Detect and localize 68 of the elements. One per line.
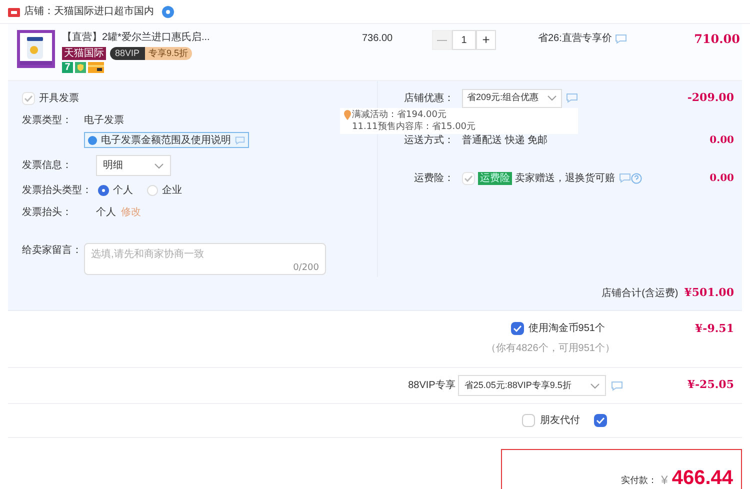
checkbox[interactable]: [522, 414, 535, 427]
item-price: 710.00: [694, 31, 740, 48]
coins-label: 使用淘金币951个: [528, 322, 605, 336]
field-label: 发票类型：: [22, 114, 73, 128]
check-icon: [24, 95, 33, 102]
invoice-info-dropdown[interactable]: 明细: [96, 155, 171, 176]
payment-label: 实付款：: [621, 474, 658, 486]
brand-tag: 天猫国际: [62, 47, 106, 60]
pin-icon: [344, 110, 351, 120]
invoice-note[interactable]: 电子发票金额范围及使用说明: [84, 132, 249, 148]
radio-option[interactable]: 企业: [147, 183, 182, 198]
chat-icon[interactable]: [619, 173, 631, 183]
coins-note: （你有4826个，可用951个）: [486, 342, 615, 356]
chat-icon[interactable]: [611, 380, 624, 390]
check-icon: [464, 174, 473, 182]
coins-amount: ¥-9.51: [694, 321, 734, 337]
check-icon: [596, 417, 605, 424]
return-badge: 7: [62, 62, 73, 73]
radio-option[interactable]: 个人: [98, 183, 133, 198]
shield-icon: [75, 62, 86, 73]
field-label: 发票抬头：: [22, 206, 73, 220]
checkbox[interactable]: [462, 172, 475, 184]
increase-button[interactable]: +: [476, 30, 496, 50]
checkbox[interactable]: [511, 322, 524, 335]
info-badge-icon: [162, 6, 174, 18]
chevron-down-icon: [154, 162, 164, 168]
info-icon: [88, 136, 97, 144]
chevron-down-icon: [547, 95, 557, 101]
field-label: 给卖家留言：: [22, 244, 83, 258]
field-label: 运费险：: [413, 172, 455, 186]
store-total-label: 店铺合计(含运费): [602, 286, 678, 301]
shop-name[interactable]: 店铺：天猫国际进口超市国内: [24, 4, 154, 19]
vip-label: 88VIP专享: [408, 378, 456, 393]
quantity-field[interactable]: 1: [452, 30, 476, 50]
chat-icon[interactable]: [614, 34, 627, 44]
insurance-tag: 运费险: [478, 172, 512, 184]
field-label: 发票抬头类型：: [22, 184, 93, 198]
insurance-amount: 0.00: [710, 172, 734, 186]
vip-amount: ¥-25.05: [687, 377, 734, 394]
option-label: 朋友代付: [540, 414, 580, 428]
shipping-method: 普通配送 快递 免邮: [462, 134, 548, 148]
unit-price: 736.00: [362, 32, 394, 46]
vip-discount-dropdown[interactable]: 省25.05元:88VIP专享9.5折: [458, 375, 606, 396]
discount-text: 省26:直营专享价: [538, 32, 612, 46]
field-label: 发票信息：: [22, 158, 73, 173]
discount-tooltip: 满减活动：省194.00元 11.11预售内容库：省15.00元: [340, 108, 578, 134]
checkbox[interactable]: [594, 414, 607, 427]
message-field[interactable]: 选填,请先和商家协商一致 0/200: [84, 243, 326, 275]
invoice-type: 电子发票: [84, 114, 125, 128]
chat-icon[interactable]: [566, 93, 578, 103]
help-icon[interactable]: [631, 172, 642, 184]
discount-amount: -209.00: [687, 90, 734, 106]
insurance-text: 卖家赠送，退换货可赔: [515, 172, 615, 186]
chat-icon: [235, 136, 245, 144]
invoice-label: 开具发票: [39, 92, 79, 106]
chevron-down-icon: [590, 382, 600, 388]
check-icon: [513, 325, 522, 332]
card-icon: [88, 62, 104, 73]
invoice-header: 个人: [96, 206, 116, 220]
store-discount-dropdown[interactable]: 省209元:组合优惠: [462, 88, 562, 108]
field-label: 运送方式：: [403, 134, 455, 148]
shipping-amount: 0.00: [710, 134, 734, 148]
store-total-amount: ¥501.00: [684, 285, 734, 302]
currency-sign: ¥: [661, 472, 668, 489]
item-title[interactable]: 【直营】2罐*爱尔兰进口惠氏启...: [62, 30, 362, 45]
field-label: 店铺优惠：: [403, 92, 455, 106]
checkbox[interactable]: [22, 92, 35, 105]
payment-amount: 466.44: [672, 467, 733, 489]
